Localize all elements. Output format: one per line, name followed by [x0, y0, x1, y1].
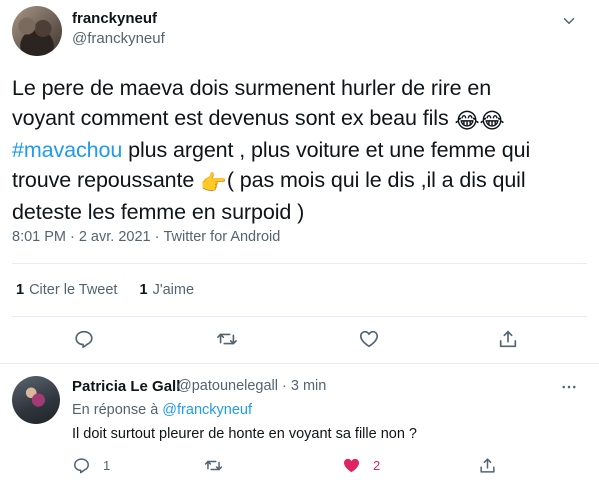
retweet-icon[interactable]	[204, 456, 223, 475]
reply-icon[interactable]	[72, 456, 91, 475]
divider	[12, 316, 587, 317]
replying-to: En réponse à @franckyneuf	[72, 402, 252, 418]
like-count: 2	[373, 458, 381, 473]
tweet-text-line: plus argent , plus voiture et une femme …	[122, 138, 531, 163]
laughing-emoji-icon: 😂😂	[454, 108, 505, 133]
share-icon[interactable]	[478, 456, 497, 475]
author-display-name[interactable]: franckyneuf	[72, 10, 157, 27]
pointing-hand-emoji-icon: 👉	[200, 170, 227, 195]
heart-filled-icon[interactable]	[342, 456, 361, 475]
heart-icon[interactable]	[358, 328, 380, 350]
tweet-metadata: 8:01 PM · 2 avr. 2021 · Twitter for Android	[12, 229, 281, 245]
likes-stat[interactable]: 1 J'aime	[140, 282, 195, 298]
share-icon[interactable]	[497, 328, 519, 350]
tweet-text-line: deteste les femme en surpoid )	[12, 200, 305, 225]
chevron-down-icon[interactable]	[560, 12, 578, 30]
divider	[12, 263, 587, 264]
hashtag-link[interactable]: #mavachou	[12, 138, 122, 162]
tweet-date[interactable]: 2 avr. 2021	[79, 229, 151, 245]
tweet-source[interactable]: Twitter for Android	[163, 229, 280, 245]
tweet-text-line: Le pere de maeva dois surmenent hurler d…	[12, 76, 492, 100]
tweet-stats: 1 Citer le Tweet 1 J'aime	[16, 282, 212, 298]
reply-icon[interactable]	[73, 328, 95, 350]
tweet-text: Le pere de maeva dois surmenent hurler d…	[12, 74, 587, 228]
avatar[interactable]	[12, 376, 60, 424]
reply-text: Il doit surtout pleurer de honte en voya…	[72, 426, 417, 442]
tweet-text-line: voyant comment est devenus sont ex beau …	[12, 105, 455, 130]
author-handle[interactable]: @franckyneuf	[72, 30, 165, 47]
tweet-text-line: ( pas mois qui le dis ,il a dis quil	[226, 167, 526, 192]
more-icon[interactable]	[560, 378, 578, 396]
quote-tweets-stat[interactable]: 1 Citer le Tweet	[16, 282, 117, 298]
tweet-time[interactable]: 8:01 PM	[12, 229, 66, 245]
main-tweet: franckyneuf @franckyneuf Le pere de maev…	[0, 0, 599, 363]
avatar[interactable]	[12, 6, 62, 56]
reply-count: 1	[103, 458, 111, 473]
retweet-icon[interactable]	[216, 328, 238, 350]
reply-tweet[interactable]: Patricia Le Gall @patounelegall · 3 min …	[0, 364, 599, 491]
tweet-text-line: trouve repoussante	[12, 167, 201, 192]
mention-link[interactable]: @franckyneuf	[162, 402, 252, 418]
reply-author-display-name[interactable]: Patricia Le Gall	[72, 378, 180, 395]
reply-author-handle[interactable]: @patounelegall · 3 min	[177, 378, 326, 394]
